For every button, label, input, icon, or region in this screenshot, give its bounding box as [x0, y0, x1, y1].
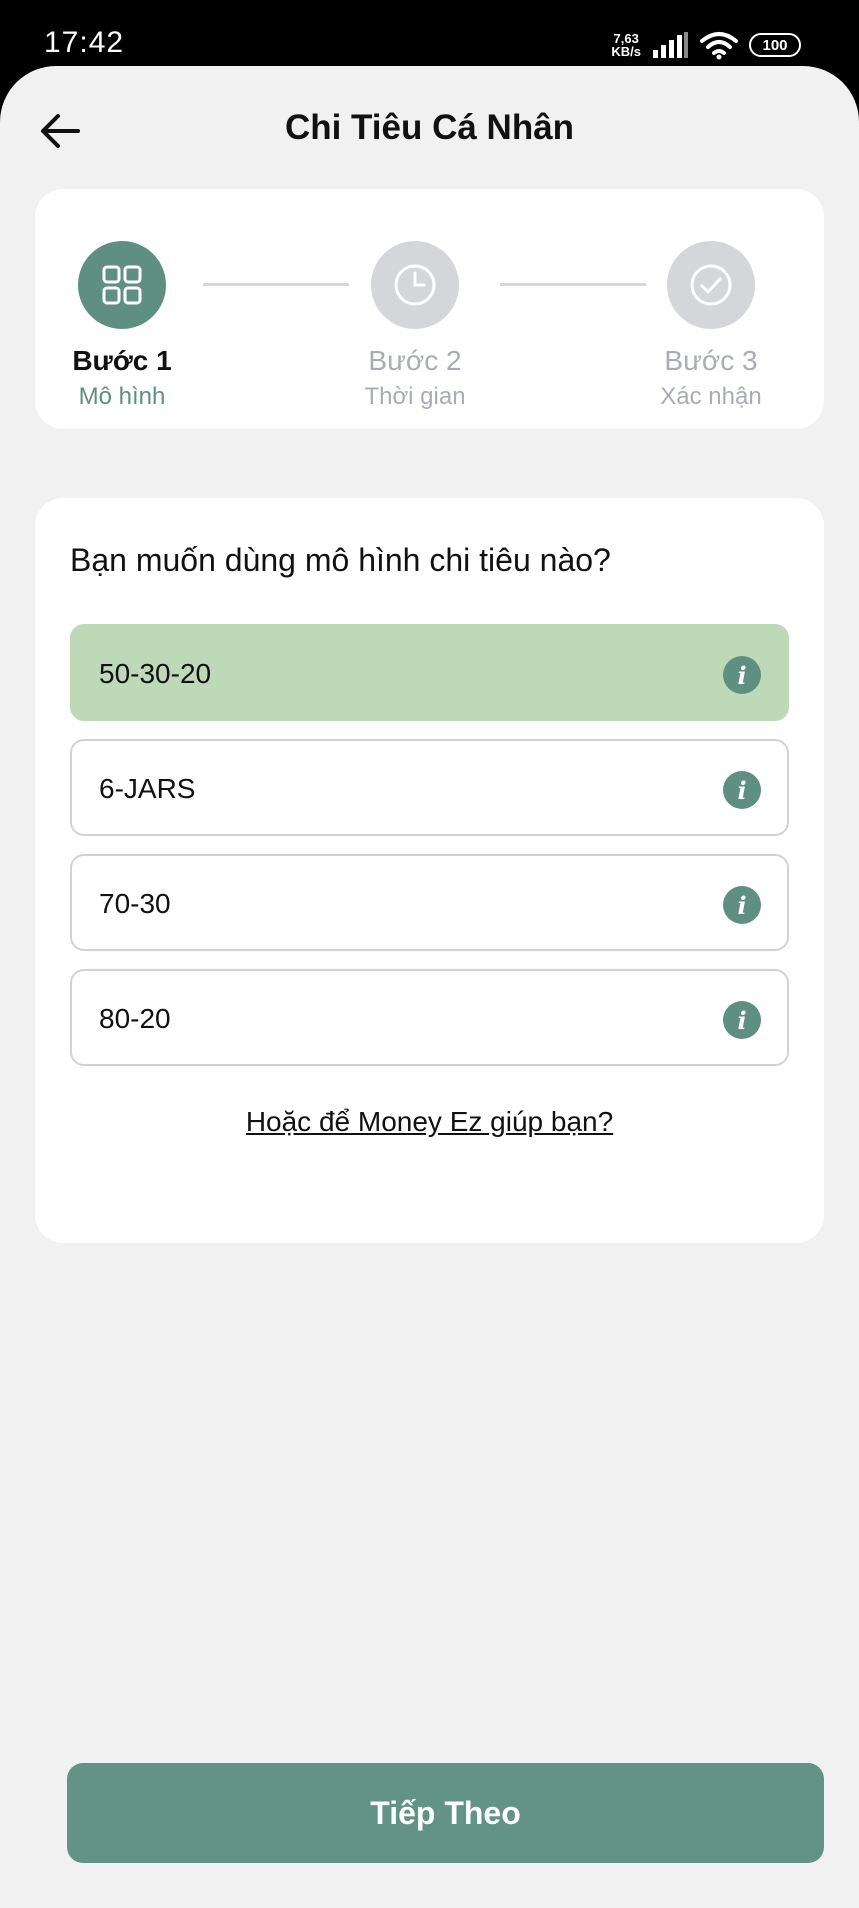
clock-icon [394, 264, 436, 306]
option-80-20[interactable]: 80-20 i [70, 969, 789, 1066]
step-2-title: Bước 2 [368, 345, 462, 376]
main-sheet: Chi Tiêu Cá Nhân Bước 1 Mô hình Bước 2 T… [0, 66, 859, 1908]
question-text: Bạn muốn dùng mô hình chi tiêu nào? [70, 542, 611, 578]
step-2-subtitle: Thời gian [364, 383, 466, 410]
step-1: Bước 1 Mô hình [32, 241, 212, 411]
signal-icon [653, 32, 688, 58]
info-icon[interactable]: i [723, 886, 761, 924]
network-speed: 7,63 KB/s [611, 32, 641, 58]
page-title: Chi Tiêu Cá Nhân [284, 108, 575, 147]
step-1-subtitle: Mô hình [78, 383, 166, 410]
info-icon[interactable]: i [723, 771, 761, 809]
status-time: 17:42 [44, 26, 125, 59]
option-label: 70-30 [99, 888, 171, 919]
next-button[interactable]: Tiếp Theo [67, 1763, 824, 1863]
step-3-subtitle: Xác nhận [660, 383, 762, 410]
check-circle-icon [690, 264, 732, 306]
step-2: Bước 2 Thời gian [325, 241, 505, 411]
option-50-30-20[interactable]: 50-30-20 i [70, 624, 789, 721]
option-label: 6-JARS [99, 773, 196, 804]
step-1-title: Bước 1 [72, 345, 172, 376]
status-bar: 17:42 7,63 KB/s 100 [0, 0, 859, 70]
option-label: 50-30-20 [99, 658, 212, 689]
step-3-title: Bước 3 [664, 345, 758, 376]
stepper-card: Bước 1 Mô hình Bước 2 Thời gian Bước 3 X [35, 189, 824, 429]
step-3-circle [667, 241, 755, 329]
info-icon[interactable]: i [723, 656, 761, 694]
option-70-30[interactable]: 70-30 i [70, 854, 789, 951]
option-6-jars[interactable]: 6-JARS i [70, 739, 789, 836]
info-icon[interactable]: i [723, 1001, 761, 1039]
wifi-icon [700, 32, 738, 60]
step-3: Bước 3 Xác nhận [621, 241, 801, 411]
model-selection-card: Bạn muốn dùng mô hình chi tiêu nào? 50-3… [35, 498, 824, 1243]
step-2-circle [371, 241, 459, 329]
battery-indicator: 100 [749, 33, 801, 57]
status-icons: 7,63 KB/s 100 [611, 28, 801, 62]
step-1-circle [78, 241, 166, 329]
option-label: 80-20 [99, 1003, 171, 1034]
grid-icon [102, 265, 142, 305]
help-link[interactable]: Hoặc để Money Ez giúp bạn? [35, 1106, 824, 1138]
network-speed-unit: KB/s [611, 44, 641, 59]
